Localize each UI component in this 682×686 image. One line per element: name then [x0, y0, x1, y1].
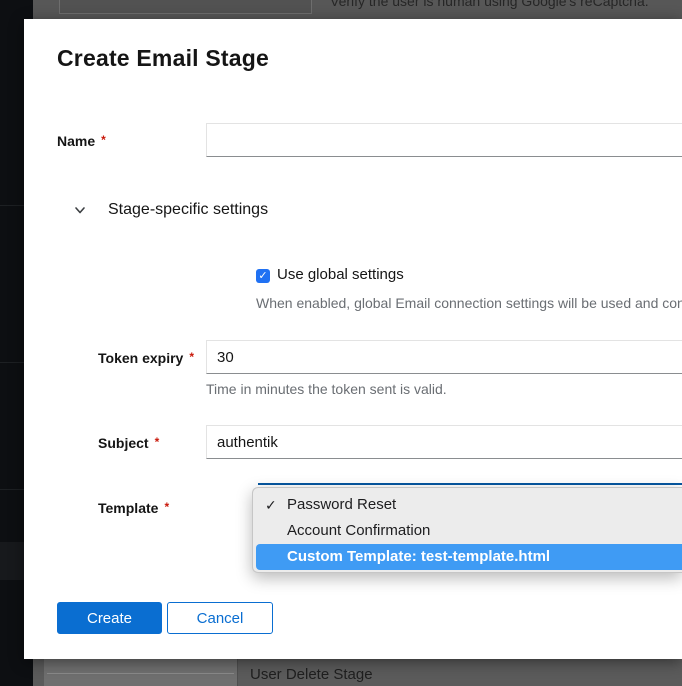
token-expiry-label: Token expiry*	[98, 340, 194, 374]
menu-option-custom-template[interactable]: Custom Template: test-template.html	[256, 544, 682, 570]
table-column-divider	[237, 659, 238, 686]
subject-label: Subject*	[98, 425, 159, 459]
required-asterisk: *	[189, 350, 194, 364]
required-asterisk: *	[155, 435, 160, 449]
stage-specific-settings-toggle[interactable]: Stage-specific settings	[73, 201, 268, 219]
modal-title: Create Email Stage	[57, 45, 269, 72]
menu-option-password-reset[interactable]: ✓ Password Reset	[253, 492, 682, 518]
subject-input[interactable]	[206, 425, 682, 459]
app-screen: Verify the user is human using Google's …	[0, 0, 682, 686]
menu-option-account-confirmation[interactable]: Account Confirmation	[253, 518, 682, 544]
background-table-cell	[44, 659, 237, 686]
name-input[interactable]	[206, 123, 682, 157]
background-recaptcha-text: Verify the user is human using Google's …	[330, 0, 649, 9]
template-label: Template*	[98, 490, 169, 524]
group-header-label: Stage-specific settings	[108, 201, 268, 219]
cancel-button[interactable]: Cancel	[167, 602, 273, 634]
template-select-focus-border	[258, 483, 682, 485]
selected-check-icon: ✓	[265, 492, 281, 518]
required-asterisk: *	[101, 133, 106, 147]
token-expiry-input[interactable]	[206, 340, 682, 374]
required-asterisk: *	[164, 500, 169, 514]
template-dropdown-menu: ✓ Password Reset Account Confirmation Cu…	[252, 487, 682, 573]
table-row-divider	[47, 673, 234, 674]
token-expiry-help: Time in minutes the token sent is valid.	[206, 381, 447, 397]
name-label: Name*	[57, 123, 106, 157]
background-top-strip: Verify the user is human using Google's …	[33, 0, 682, 19]
use-global-settings-checkbox[interactable]: ✓	[256, 269, 270, 283]
create-email-stage-modal: Create Email Stage Name* Stage-specific …	[24, 19, 682, 659]
use-global-settings-help: When enabled, global Email connection se…	[256, 295, 682, 311]
create-button[interactable]: Create	[57, 602, 162, 634]
background-table-card	[59, 0, 312, 14]
background-bottom-strip: User Delete Stage	[33, 659, 682, 686]
use-global-settings-label: Use global settings	[277, 266, 404, 283]
background-user-delete-stage-text: User Delete Stage	[250, 666, 373, 683]
chevron-down-icon	[73, 203, 87, 217]
